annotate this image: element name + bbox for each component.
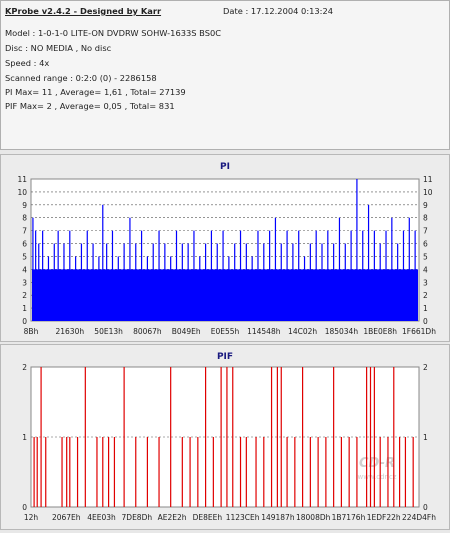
pif-summary: PIF Max= 2 , Average= 0,05 , Total= 831 xyxy=(5,101,175,111)
x-tick-label: 80067h xyxy=(133,327,162,336)
pi-baseline-band xyxy=(32,269,418,321)
x-tick-label: 1F661Dh xyxy=(402,327,436,336)
y-tick-label-right: 8 xyxy=(423,214,428,223)
y-tick-label-right: 9 xyxy=(423,201,428,210)
x-tick-label: 114548h xyxy=(247,327,281,336)
info-panel: KProbe v2.4.2 - Designed by Karr Date : … xyxy=(0,0,450,150)
y-tick-label-left: 2 xyxy=(22,291,27,300)
pif-chart-panel: PIF CD-R www.cdr.cz 0 0 1 1 2 2 12h 2067Eh 4EE03h 7D… xyxy=(0,344,450,530)
x-tick-label: 224D4Fh xyxy=(402,513,436,522)
x-tick-label: DE8EEh xyxy=(193,513,223,522)
y-tick-label-right: 11 xyxy=(423,175,433,184)
cdr-watermark-logo: CD-R xyxy=(359,456,395,471)
x-tick-label: 18008Dh xyxy=(296,513,331,522)
x-tick-label: 50E13h xyxy=(94,327,123,336)
y-tick-label-left: 1 xyxy=(22,433,27,442)
y-tick-label-left: 6 xyxy=(22,240,27,249)
x-tick-label: 4EE03h xyxy=(87,513,116,522)
pif-chart: PIF CD-R www.cdr.cz 0 0 1 1 2 2 12h 2067Eh 4EE03h 7D… xyxy=(22,352,436,522)
y-tick-label-right: 1 xyxy=(423,433,428,442)
y-tick-label-left: 9 xyxy=(22,201,27,210)
y-tick-label-left: 0 xyxy=(22,503,27,512)
speed-info: Speed : 4x xyxy=(5,58,50,68)
y-tick-label-left: 7 xyxy=(22,227,27,236)
y-tick-label-left: 4 xyxy=(22,265,27,274)
scanned-range: Scanned range : 0:2:0 (0) - 2286158 xyxy=(5,73,157,83)
x-tick-label: B049Eh xyxy=(172,327,201,336)
y-tick-label-left: 10 xyxy=(17,188,27,197)
x-tick-label: 14C02h xyxy=(288,327,317,336)
x-tick-label: AE2E2h xyxy=(158,513,187,522)
x-tick-label: 12h xyxy=(24,513,39,522)
x-tick-label: E0E55h xyxy=(211,327,240,336)
y-tick-label-right: 2 xyxy=(423,363,428,372)
x-tick-label: 2067Eh xyxy=(52,513,81,522)
disc-info: Disc : NO MEDIA , No disc xyxy=(5,43,112,53)
y-tick-label-right: 5 xyxy=(423,252,428,261)
x-tick-label: 149187h xyxy=(261,513,295,522)
cdr-watermark-url: www.cdr.cz xyxy=(357,473,396,481)
x-tick-label: 21630h xyxy=(55,327,84,336)
x-tick-label: 7DE8Dh xyxy=(122,513,153,522)
x-tick-label: 8Bh xyxy=(24,327,39,336)
y-tick-label-right: 4 xyxy=(423,265,428,274)
y-tick-label-right: 2 xyxy=(423,291,428,300)
x-tick-label: 1BE0E8h xyxy=(363,327,397,336)
y-tick-label-left: 8 xyxy=(22,214,27,223)
y-tick-label-left: 5 xyxy=(22,252,27,261)
x-tick-label: 185034h xyxy=(325,327,359,336)
y-tick-label-right: 7 xyxy=(423,227,428,236)
y-tick-label-right: 6 xyxy=(423,240,428,249)
y-tick-label-right: 10 xyxy=(423,188,433,197)
x-tick-label: 1EDF22h xyxy=(367,513,401,522)
app-title: KProbe v2.4.2 - Designed by Karr xyxy=(5,6,162,16)
chart-title: PIF xyxy=(217,352,233,362)
y-tick-label-left: 3 xyxy=(22,278,27,287)
y-tick-label-right: 0 xyxy=(423,317,428,326)
y-tick-label-left: 11 xyxy=(17,175,27,184)
pi-chart: PI0 01 12 23 34 45 56 67 78 89 910 1011 118Bh 21630h 5… xyxy=(17,162,436,336)
x-tick-label: 1B7176h xyxy=(332,513,366,522)
chart-title: PI xyxy=(220,162,230,172)
scan-date: Date : 17.12.2004 0:13:24 xyxy=(223,6,334,16)
y-tick-label-left: 1 xyxy=(22,304,27,313)
y-tick-label-right: 1 xyxy=(423,304,428,313)
x-tick-label: 1123CEh xyxy=(226,513,260,522)
y-tick-label-left: 2 xyxy=(22,363,27,372)
y-tick-label-right: 3 xyxy=(423,278,428,287)
y-tick-label-right: 0 xyxy=(423,503,428,512)
pi-summary: PI Max= 11 , Average= 1,61 , Total= 2713… xyxy=(5,87,186,97)
y-tick-label-left: 0 xyxy=(22,317,27,326)
drive-model: Model : 1-0-1-0 LITE-ON DVDRW SOHW-1633S… xyxy=(5,28,222,38)
pi-chart-panel: PI 0 0 1 1 2 2 3 3 4 4 5 5 6 6 7 7 8 8 9 9 10 10 11 11 8Bh 21630h 5… xyxy=(0,154,450,342)
